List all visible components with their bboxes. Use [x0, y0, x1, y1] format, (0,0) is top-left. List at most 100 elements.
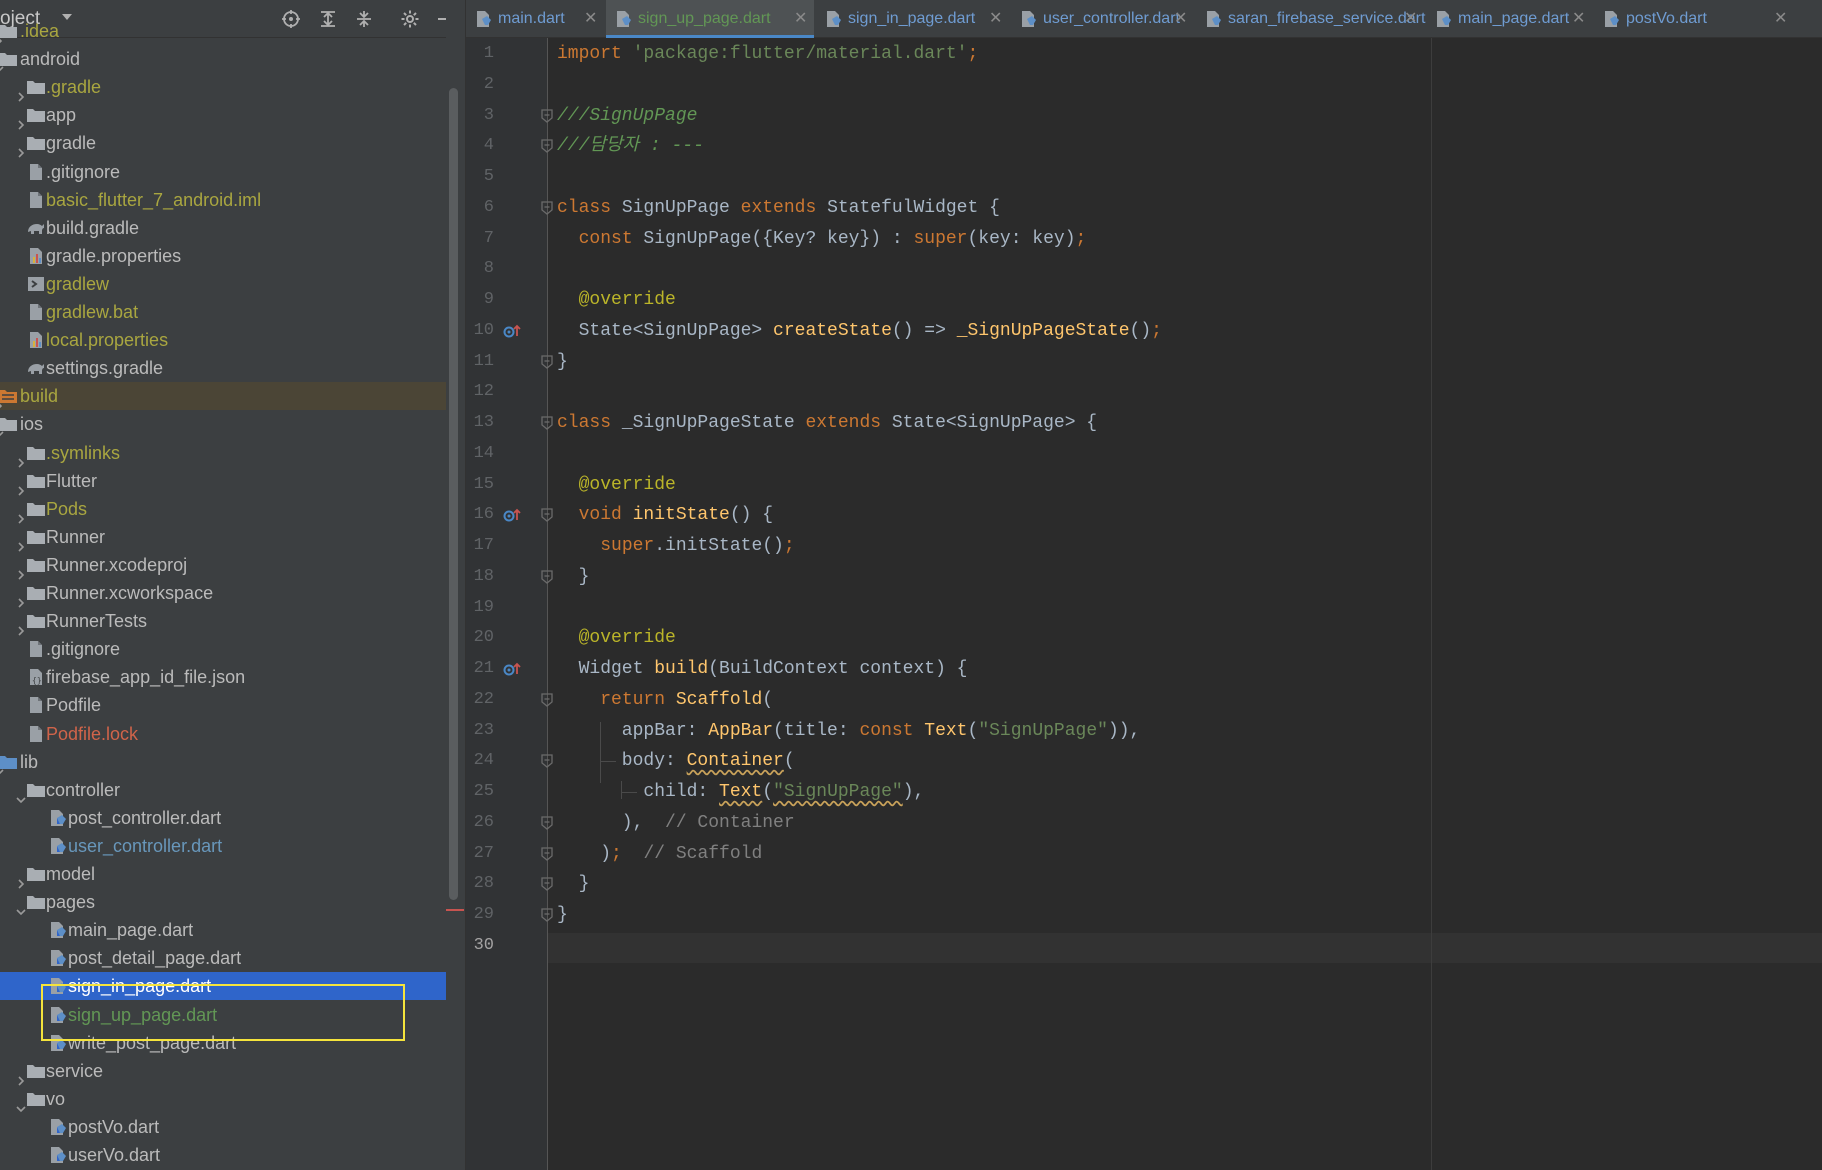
code-line[interactable]: class _SignUpPageState extends State<Sig… [557, 408, 1097, 438]
fold-marker-icon[interactable] [541, 570, 553, 584]
tree-item[interactable]: pages [0, 888, 446, 916]
tree-item[interactable]: build [0, 382, 446, 411]
tree-item[interactable]: android [0, 45, 446, 73]
close-icon[interactable]: ✕ [794, 0, 807, 38]
chevron-right-icon[interactable] [16, 82, 26, 102]
fold-marker-icon[interactable] [541, 816, 553, 830]
tree-item[interactable]: basic_flutter_7_android.iml [0, 186, 446, 214]
override-method-icon[interactable] [502, 506, 522, 524]
code-line[interactable]: State<SignUpPage> createState() => _Sign… [557, 316, 1162, 346]
close-icon[interactable]: ✕ [584, 0, 597, 38]
chevron-right-icon[interactable] [16, 532, 26, 552]
chevron-right-icon[interactable] [16, 616, 26, 636]
chevron-right-icon[interactable] [16, 448, 26, 468]
tree-item[interactable]: sign_up_page.dart [0, 1001, 446, 1029]
override-method-icon[interactable] [502, 322, 522, 340]
tree-item[interactable]: postVo.dart [0, 1113, 446, 1141]
code-line[interactable]: ); // Scaffold [557, 839, 762, 869]
code-line[interactable]: appBar: AppBar(title: const Text("SignUp… [557, 716, 1141, 746]
tree-item[interactable]: Runner.xcodeproj [0, 551, 446, 580]
tree-item[interactable]: app [0, 101, 446, 130]
close-icon[interactable]: ✕ [1572, 0, 1585, 38]
tree-item[interactable]: Podfile.lock [0, 720, 446, 748]
project-tree-scrollbar[interactable] [449, 88, 458, 900]
chevron-right-icon[interactable] [16, 1066, 26, 1086]
code-line[interactable]: } [557, 562, 590, 592]
chevron-down-icon[interactable] [16, 1094, 26, 1112]
tree-item[interactable]: local.properties [0, 326, 446, 354]
override-method-icon[interactable] [502, 660, 522, 678]
tree-item[interactable]: build.gradle [0, 214, 446, 242]
fold-marker-icon[interactable] [541, 754, 553, 769]
fold-marker-icon[interactable] [541, 877, 553, 892]
fold-marker-icon[interactable] [541, 846, 553, 861]
tree-item[interactable]: lib [0, 748, 446, 776]
tree-item[interactable]: gradlew [0, 270, 446, 298]
fold-marker-icon[interactable] [541, 354, 553, 369]
code-line[interactable]: class SignUpPage extends StatefulWidget … [557, 193, 1000, 223]
tree-item[interactable]: write_post_page.dart [0, 1029, 446, 1057]
fold-marker-icon[interactable] [541, 108, 553, 123]
code-line[interactable]: ///SignUpPage [557, 101, 697, 131]
tree-item[interactable]: vo [0, 1085, 446, 1113]
tree-item[interactable]: userVo.dart [0, 1141, 446, 1169]
tree-item[interactable]: .gitignore [0, 635, 446, 663]
code-line[interactable]: Widget build(BuildContext context) { [557, 654, 968, 684]
editor-tab[interactable]: saran_firebase_service.dart ✕ [1196, 0, 1425, 38]
code-line[interactable]: child: Text("SignUpPage"), [557, 777, 924, 807]
tree-item[interactable]: {} firebase_app_id_file.json [0, 663, 446, 691]
tree-item[interactable]: ios [0, 410, 446, 438]
chevron-right-icon[interactable] [16, 138, 26, 158]
editor-tab[interactable]: sign_in_page.dart ✕ [816, 0, 1009, 38]
tree-item[interactable]: controller [0, 776, 446, 804]
editor-tab[interactable]: postVo.dart ✕ [1594, 0, 1794, 38]
tree-item[interactable]: settings.gradle [0, 354, 446, 382]
tree-item[interactable]: gradle [0, 129, 446, 158]
code-line[interactable]: return Scaffold( [557, 685, 773, 715]
tree-item[interactable]: post_controller.dart [0, 804, 446, 832]
tree-item[interactable]: Runner.xcworkspace [0, 579, 446, 608]
editor-tab[interactable]: main_page.dart ✕ [1426, 0, 1592, 38]
chevron-right-icon[interactable] [16, 110, 26, 130]
close-icon[interactable]: ✕ [1774, 0, 1787, 38]
tree-item[interactable]: user_controller.dart [0, 832, 446, 860]
code-line[interactable]: const SignUpPage({Key? key}) : super(key… [557, 224, 1087, 254]
code-line[interactable]: ///담당자 : --- [557, 131, 704, 161]
code-line[interactable]: @override [557, 470, 676, 500]
editor-tab[interactable]: main.dart ✕ [466, 0, 604, 38]
close-icon[interactable]: ✕ [989, 0, 1002, 38]
tree-item[interactable]: .idea [0, 17, 446, 45]
fold-marker-icon[interactable] [541, 508, 553, 523]
tree-item[interactable]: sign_in_page.dart [0, 972, 446, 1001]
chevron-down-icon[interactable] [16, 897, 26, 916]
close-icon[interactable]: ✕ [1404, 0, 1417, 38]
code-line[interactable]: } [557, 869, 590, 899]
close-icon[interactable]: ✕ [1174, 0, 1187, 38]
tree-item[interactable]: main_page.dart [0, 916, 446, 944]
tree-item[interactable]: model [0, 860, 446, 889]
tree-item[interactable]: .gradle [0, 73, 446, 102]
fold-marker-icon[interactable] [541, 201, 553, 215]
chevron-right-icon[interactable] [16, 560, 26, 580]
tree-item[interactable]: post_detail_page.dart [0, 944, 446, 972]
code-line[interactable]: @override [557, 623, 676, 653]
code-line[interactable]: void initState() { [557, 500, 773, 530]
editor-tab[interactable]: sign_up_page.dart ✕ [606, 0, 814, 38]
tree-item[interactable]: Podfile [0, 691, 446, 719]
code-line[interactable]: super.initState(); [557, 531, 794, 561]
code-line[interactable]: ), // Container [557, 808, 795, 838]
tree-item[interactable]: .symlinks [0, 439, 446, 468]
fold-marker-icon[interactable] [541, 693, 553, 707]
code-line[interactable]: } [557, 347, 568, 377]
chevron-right-icon[interactable] [16, 476, 26, 496]
chevron-down-icon[interactable] [16, 785, 26, 803]
code-line[interactable]: body: Container( [557, 746, 795, 776]
editor-tab[interactable]: user_controller.dart ✕ [1011, 0, 1194, 38]
tree-item[interactable]: .gitignore [0, 158, 446, 186]
tree-item[interactable]: RunnerTests [0, 607, 446, 636]
code-line[interactable]: @override [557, 285, 676, 315]
tree-item[interactable]: gradle.properties [0, 242, 446, 270]
fold-marker-icon[interactable] [541, 416, 553, 430]
fold-marker-icon[interactable] [541, 139, 553, 154]
tree-item[interactable]: Runner [0, 523, 446, 552]
